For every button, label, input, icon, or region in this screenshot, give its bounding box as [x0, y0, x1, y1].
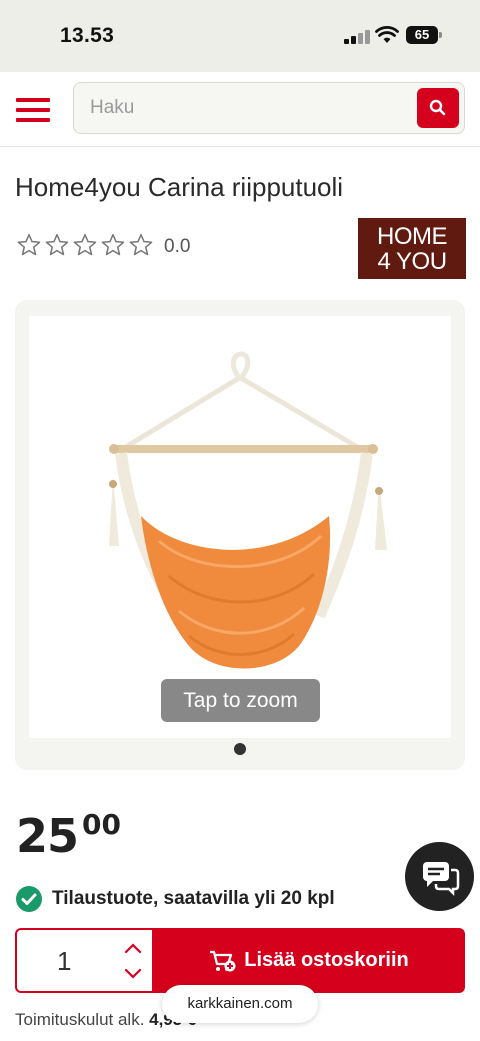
battery-icon: 65 [406, 26, 442, 44]
chat-button[interactable] [405, 842, 474, 911]
rating-stars[interactable] [16, 232, 154, 258]
price-integer: 25 [16, 809, 79, 863]
add-to-cart-button[interactable]: Lisää ostoskoriin [152, 928, 465, 993]
hammock-chair-image [109, 351, 387, 669]
gallery-pagination-dot[interactable] [234, 743, 246, 755]
check-circle-icon [16, 886, 42, 912]
product-title: Home4you Carina riipputuoli [15, 172, 344, 202]
shipping-label: Toimituskulut alk. [15, 1010, 145, 1029]
price-decimals: 00 [82, 808, 121, 841]
cart-add-icon [210, 950, 236, 971]
product-price: 25 00 [16, 808, 121, 863]
chevron-up-icon[interactable] [121, 938, 145, 958]
product-image[interactable] [29, 316, 451, 738]
star-icon[interactable] [128, 232, 154, 258]
add-to-cart-label: Lisää ostoskoriin [244, 949, 409, 971]
product-gallery: Tap to zoom [15, 300, 465, 770]
search-bar [73, 82, 465, 134]
availability-text: Tilaustuote, saatavilla yli 20 kpl [52, 888, 335, 909]
brand-logo[interactable]: HOME 4 YOU [358, 218, 466, 279]
quantity-value[interactable]: 1 [57, 946, 71, 977]
wifi-icon [375, 26, 399, 43]
brand-logo-line1: HOME [377, 223, 448, 250]
star-icon[interactable] [100, 232, 126, 258]
cellular-signal-icon [344, 30, 370, 44]
status-bar: 13.53 65 [0, 0, 480, 72]
site-header [0, 72, 480, 147]
star-icon[interactable] [44, 232, 70, 258]
search-button[interactable] [417, 88, 459, 128]
brand-logo-line2: 4 YOU [377, 248, 447, 275]
browser-url-pill[interactable]: karkkainen.com [162, 985, 318, 1023]
quantity-stepper[interactable]: 1 [15, 928, 158, 993]
rating-value: 0.0 [164, 236, 191, 257]
tap-to-zoom-hint[interactable]: Tap to zoom [161, 679, 320, 722]
status-time: 13.53 [60, 24, 115, 47]
star-icon[interactable] [72, 232, 98, 258]
search-input[interactable] [90, 83, 410, 133]
menu-icon[interactable] [16, 98, 50, 122]
star-icon[interactable] [16, 232, 42, 258]
search-icon [429, 99, 446, 116]
chat-icon [423, 862, 460, 897]
availability-status: Tilaustuote, saatavilla yli 20 kpl [16, 886, 335, 912]
chevron-down-icon[interactable] [121, 964, 145, 984]
